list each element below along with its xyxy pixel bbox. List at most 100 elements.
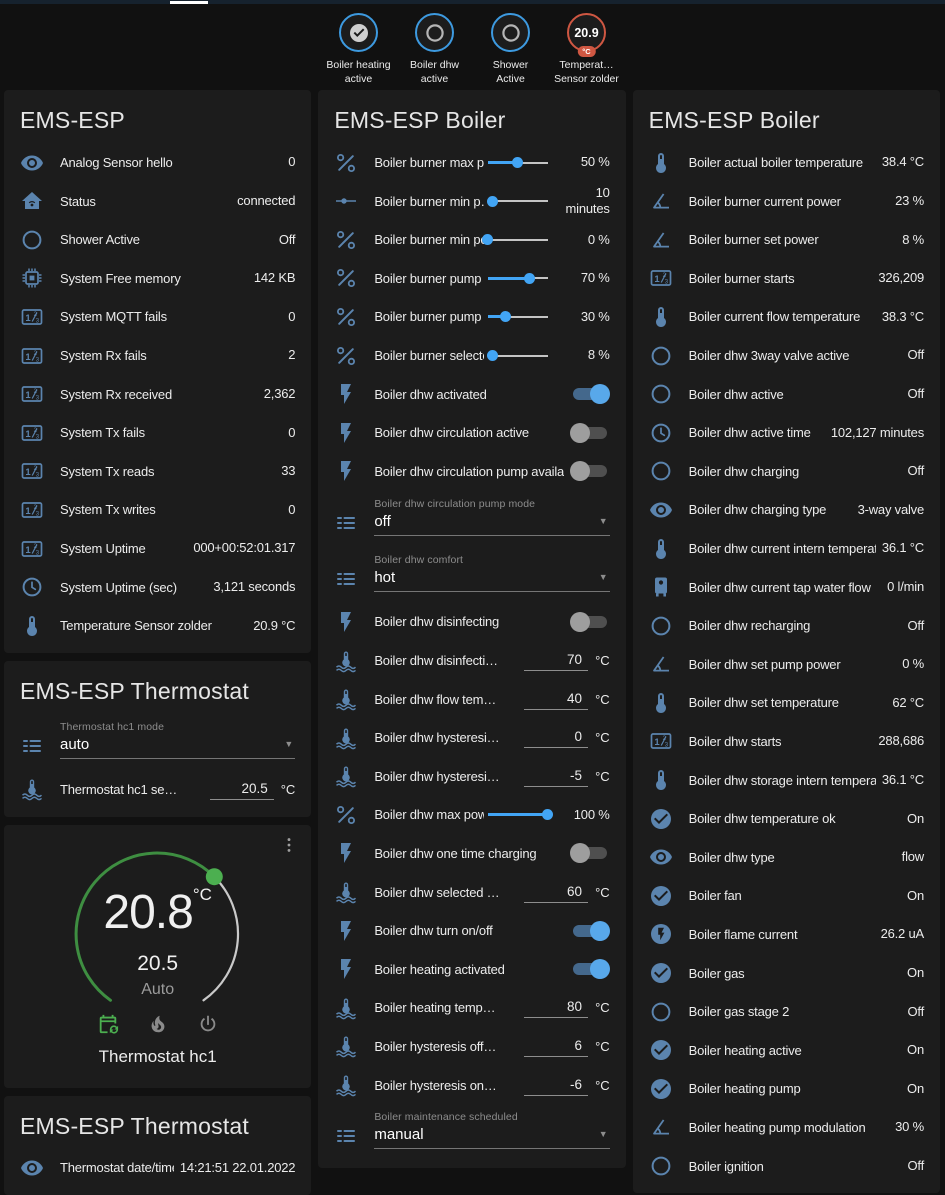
- entity-label: Boiler dhw disinfecting: [374, 614, 563, 629]
- slider-thumb[interactable]: [500, 311, 511, 322]
- toggle-switch[interactable]: [570, 384, 610, 404]
- slider-thumb[interactable]: [487, 196, 498, 207]
- slider-thumb[interactable]: [482, 234, 493, 245]
- select-field[interactable]: Thermostat hc1 modeauto▼: [60, 721, 295, 759]
- badge-bar: Boiler heating activeBoiler dhw activeSh…: [0, 4, 945, 90]
- entity-row[interactable]: Boiler flame current26.2 uA: [633, 915, 940, 954]
- entity-row[interactable]: Boiler dhw active time102,127 minutes: [633, 413, 940, 452]
- chevron-down-icon: ▼: [599, 516, 608, 526]
- entity-row[interactable]: Boiler dhw activeOff: [633, 375, 940, 414]
- entity-row[interactable]: 123Boiler dhw starts288,686: [633, 722, 940, 761]
- entity-row[interactable]: System Uptime (sec)3,121 seconds: [4, 568, 311, 607]
- entity-row[interactable]: Boiler burner set power8 %: [633, 220, 940, 259]
- entity-row[interactable]: System Free memory142 KB: [4, 259, 311, 298]
- angle-icon: [649, 652, 673, 676]
- entity-row[interactable]: 123System MQTT fails0: [4, 298, 311, 337]
- entity-row[interactable]: Boiler dhw temperature okOn: [633, 799, 940, 838]
- entity-row: Boiler dhw flow tem…40°C: [318, 680, 625, 719]
- entity-row[interactable]: Boiler heating pump modulation30 %: [633, 1108, 940, 1147]
- slider[interactable]: [488, 805, 548, 825]
- number-input[interactable]: 40: [524, 689, 588, 710]
- slider[interactable]: [488, 268, 548, 288]
- entity-row[interactable]: Boiler gas stage 2Off: [633, 992, 940, 1031]
- calendar-sync-icon[interactable]: [97, 1013, 119, 1035]
- entity-row[interactable]: Boiler ignitionOff: [633, 1147, 940, 1186]
- entity-row: Boiler burner selecte…8 %: [318, 336, 625, 375]
- slider[interactable]: [488, 191, 548, 211]
- entity-row[interactable]: Boiler fanOn: [633, 877, 940, 916]
- slider[interactable]: [488, 153, 548, 173]
- entity-row[interactable]: Boiler dhw set temperature62 °C: [633, 684, 940, 723]
- select-field[interactable]: Boiler dhw circulation pump modeoff▼: [374, 498, 609, 536]
- number-input[interactable]: 60: [524, 882, 588, 903]
- entity-row[interactable]: Boiler dhw rechargingOff: [633, 606, 940, 645]
- entity-row[interactable]: 123System Tx fails0: [4, 413, 311, 452]
- entity-row[interactable]: Statusconnected: [4, 182, 311, 221]
- toggle-switch[interactable]: [570, 461, 610, 481]
- entity-row[interactable]: Analog Sensor hello0: [4, 143, 311, 182]
- entity-label: Boiler dhw hysteresi…: [374, 769, 518, 784]
- toggle-switch[interactable]: [570, 612, 610, 632]
- entity-row[interactable]: Boiler actual boiler temperature38.4 °C: [633, 143, 940, 182]
- entity-row[interactable]: Boiler dhw storage intern temperature36.…: [633, 761, 940, 800]
- toggle-switch[interactable]: [570, 843, 610, 863]
- thermometer-icon: [649, 305, 673, 329]
- toggle-switch[interactable]: [570, 423, 610, 443]
- entity-label: Boiler burner pump …: [374, 309, 483, 324]
- number-input[interactable]: -6: [524, 1075, 588, 1096]
- slider[interactable]: [488, 307, 548, 327]
- dial-thumb[interactable]: [206, 868, 223, 885]
- entity-row[interactable]: Boiler dhw current intern temperature36.…: [633, 529, 940, 568]
- power-icon[interactable]: [197, 1013, 219, 1035]
- slider[interactable]: [488, 346, 548, 366]
- entity-row[interactable]: Boiler current flow temperature38.3 °C: [633, 298, 940, 337]
- entity-row[interactable]: Boiler heating activeOn: [633, 1031, 940, 1070]
- number-unit: °C: [595, 653, 610, 668]
- entity-row[interactable]: 123Boiler burner starts326,209: [633, 259, 940, 298]
- number-input[interactable]: 6: [524, 1036, 588, 1057]
- number-input[interactable]: 80: [524, 997, 588, 1018]
- number-input[interactable]: 0: [524, 727, 588, 748]
- toggle-switch[interactable]: [570, 921, 610, 941]
- eye-icon: [649, 498, 673, 522]
- entity-value: 142 KB: [254, 270, 295, 286]
- entity-label: Boiler dhw circulation active: [374, 425, 563, 440]
- entity-row[interactable]: 123System Tx writes0: [4, 491, 311, 530]
- slider[interactable]: [488, 230, 548, 250]
- slider-thumb[interactable]: [542, 809, 553, 820]
- entity-row[interactable]: Temperature Sensor zolder20.9 °C: [4, 606, 311, 645]
- entity-row[interactable]: Boiler gasOn: [633, 954, 940, 993]
- entity-row[interactable]: 123System Tx reads33: [4, 452, 311, 491]
- slider-thumb[interactable]: [524, 273, 535, 284]
- slider-thumb[interactable]: [512, 157, 523, 168]
- entity-row[interactable]: Boiler dhw chargingOff: [633, 452, 940, 491]
- entity-row[interactable]: Boiler dhw 3way valve activeOff: [633, 336, 940, 375]
- entity-value: 30 %: [895, 1119, 924, 1135]
- entity-row[interactable]: Boiler dhw typeflow: [633, 838, 940, 877]
- badge-shower-active[interactable]: Shower Active: [478, 13, 544, 86]
- entity-row[interactable]: 123System Rx received2,362: [4, 375, 311, 414]
- number-input[interactable]: 20.5: [210, 779, 274, 800]
- entity-row[interactable]: Boiler dhw charging type3-way valve: [633, 491, 940, 530]
- entity-row[interactable]: 123System Uptime000+00:52:01.317: [4, 529, 311, 568]
- select-field[interactable]: Boiler dhw comforthot▼: [374, 554, 609, 592]
- entity-row[interactable]: Shower ActiveOff: [4, 220, 311, 259]
- slider-thumb[interactable]: [487, 350, 498, 361]
- thermometer-icon: [649, 537, 673, 561]
- badge-boiler-heating-active[interactable]: Boiler heating active: [326, 13, 392, 86]
- entity-row[interactable]: Thermostat date/time14:21:51 22.01.2022: [4, 1149, 311, 1188]
- entity-row[interactable]: Boiler dhw current tap water flow0 l/min: [633, 568, 940, 607]
- badge-temperat-sensor-zolder[interactable]: 20.9°CTemperat… Sensor zolder: [554, 13, 620, 86]
- toggle-switch[interactable]: [570, 959, 610, 979]
- entity-label: Thermostat date/time: [60, 1160, 174, 1175]
- entity-row[interactable]: Boiler heating pumpOn: [633, 1070, 940, 1109]
- entity-row[interactable]: 123System Rx fails2: [4, 336, 311, 375]
- number-input[interactable]: 70: [524, 650, 588, 671]
- fire-icon[interactable]: [147, 1013, 169, 1035]
- number-input[interactable]: -5: [524, 766, 588, 787]
- badge-boiler-dhw-active[interactable]: Boiler dhw active: [402, 13, 468, 86]
- entity-row[interactable]: Boiler dhw set pump power0 %: [633, 645, 940, 684]
- select-field[interactable]: Boiler maintenance scheduledmanual▼: [374, 1111, 609, 1149]
- entity-row[interactable]: Boiler burner current power23 %: [633, 182, 940, 221]
- flash-circle-icon: [649, 922, 673, 946]
